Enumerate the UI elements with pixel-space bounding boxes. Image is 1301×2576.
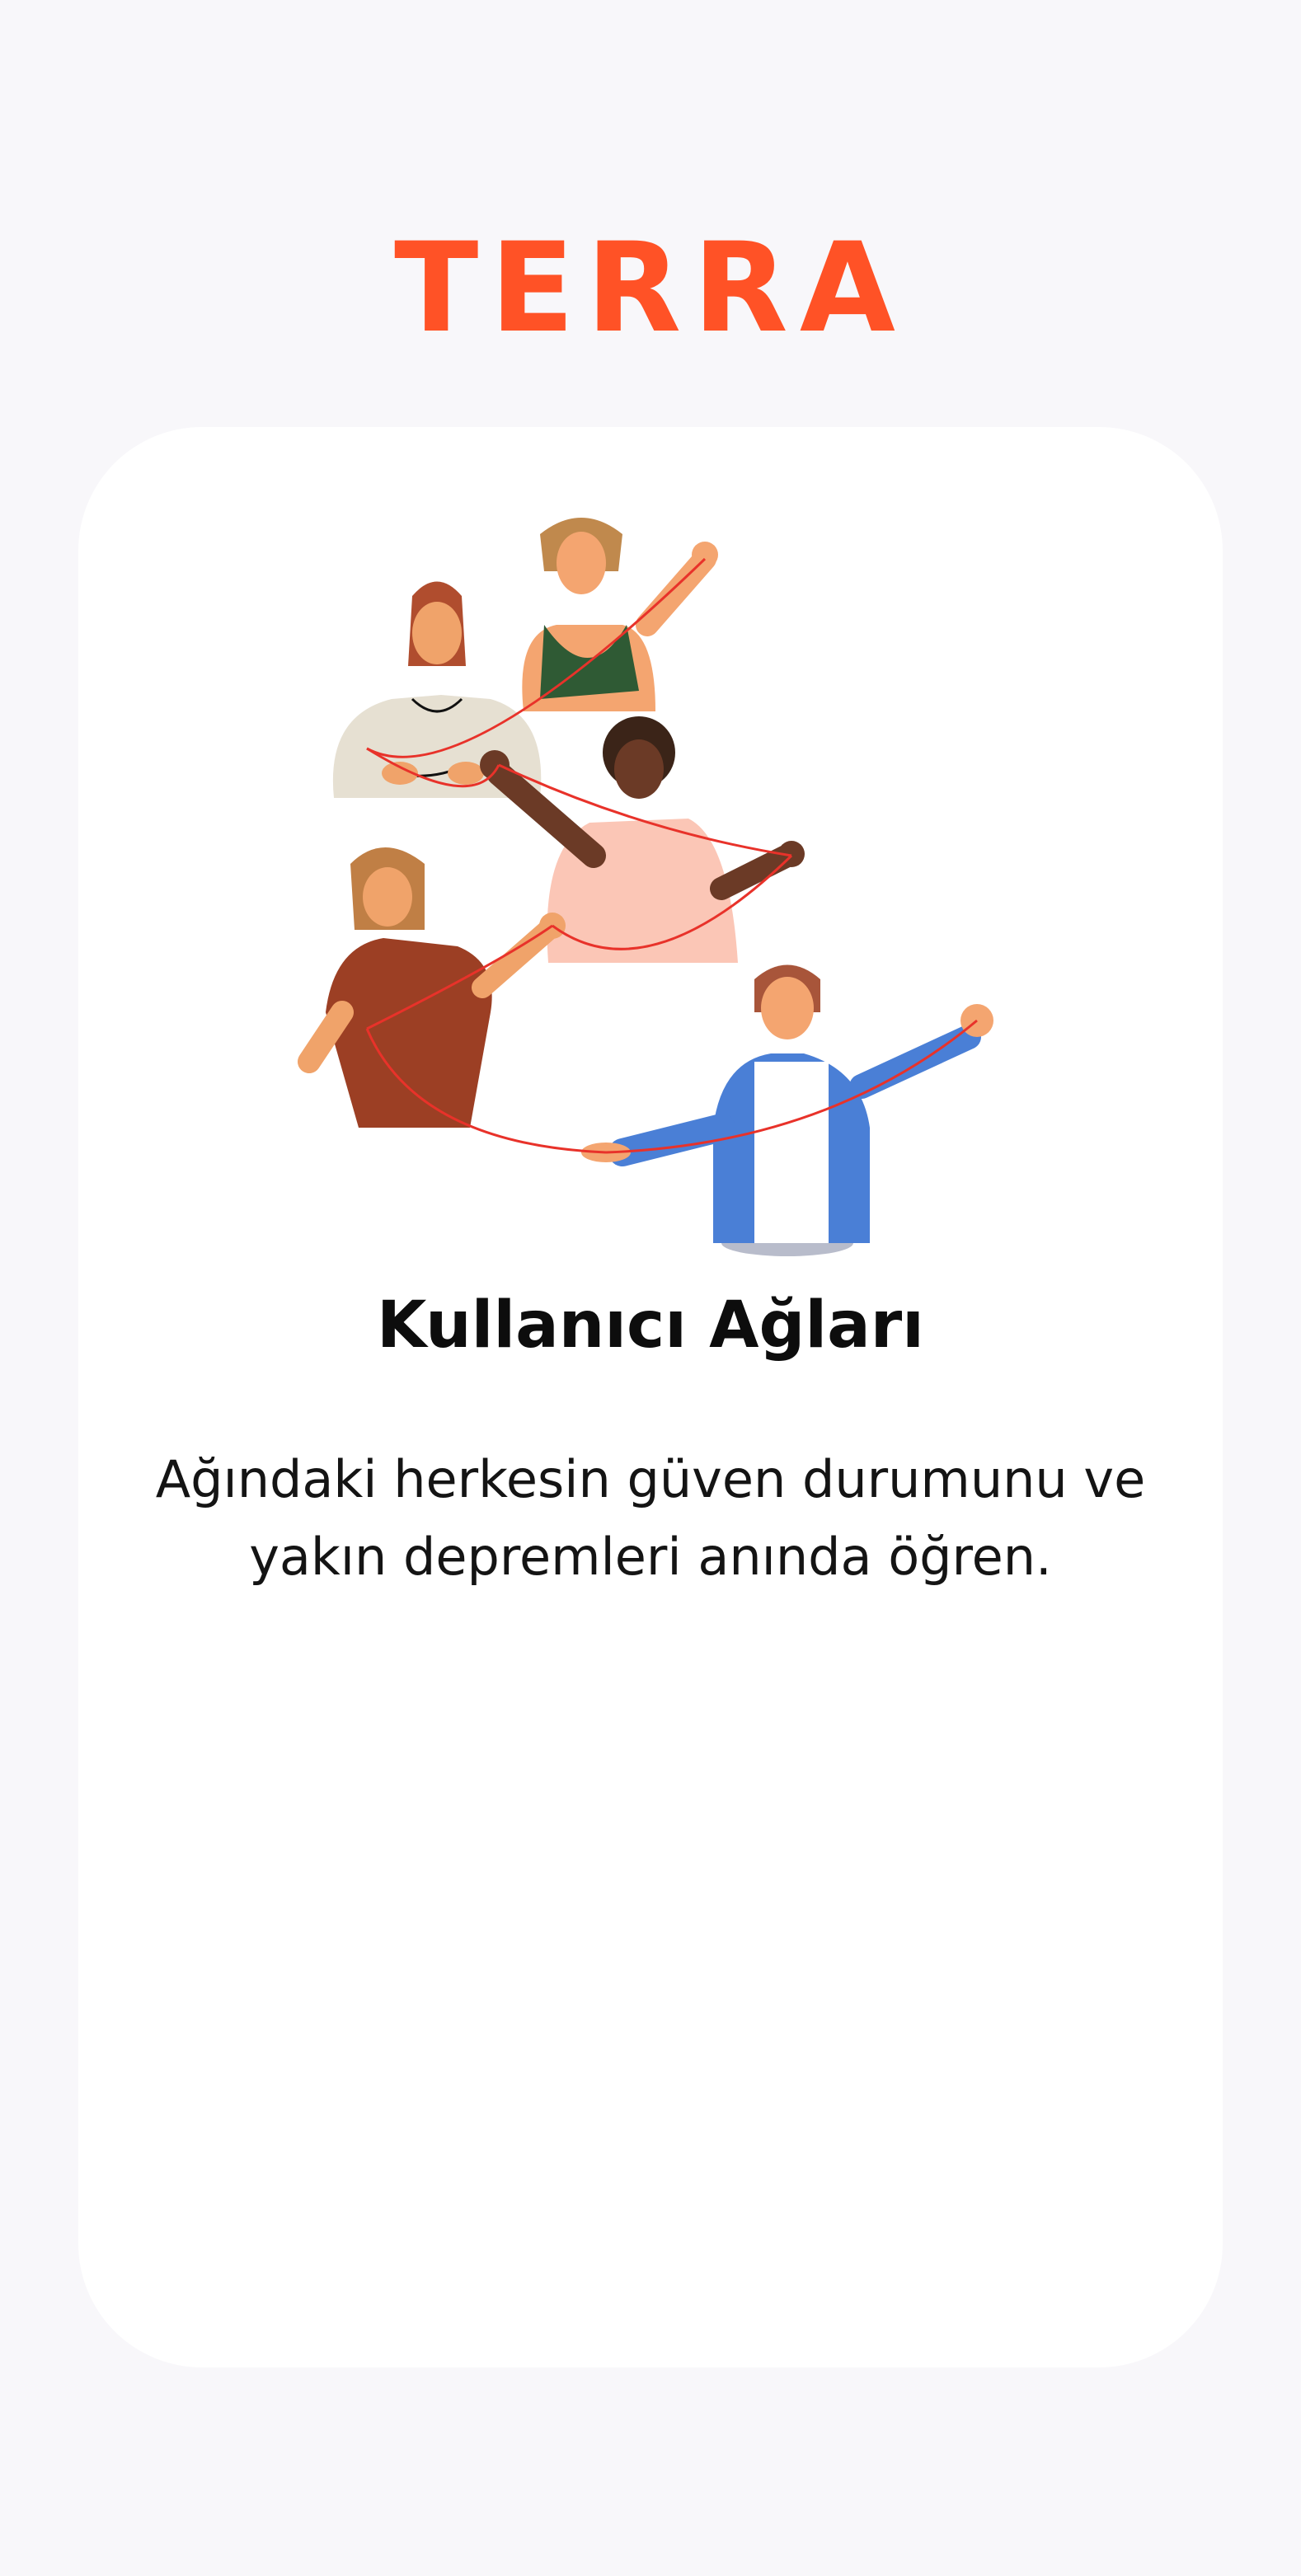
person-rust-shirt bbox=[298, 847, 566, 1128]
brand-logo: TERRA bbox=[394, 217, 907, 360]
person-blue-jacket bbox=[581, 964, 993, 1256]
person-green-top bbox=[522, 518, 718, 711]
page-title: Kullanıcı Ağları bbox=[377, 1288, 924, 1363]
people-network-illustration-icon bbox=[298, 518, 993, 1256]
person-beige-sweater bbox=[332, 581, 542, 798]
onboarding-card: Kullanıcı Ağları Ağındaki herkesin güven… bbox=[78, 427, 1223, 2367]
page-description: Ağındaki herkesin güven durumunu ve yakı… bbox=[155, 1449, 1146, 1587]
